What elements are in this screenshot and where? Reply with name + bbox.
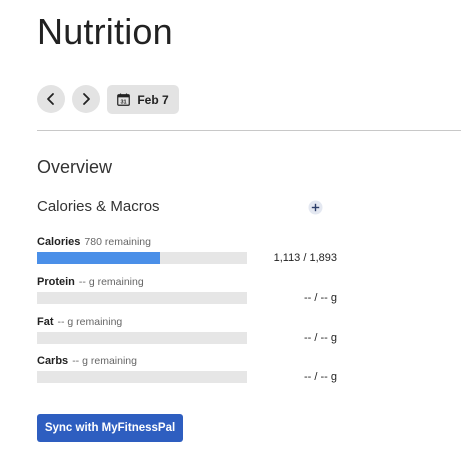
macro-value: -- / -- g <box>304 292 337 304</box>
previous-day-button[interactable] <box>37 85 65 113</box>
macro-name: Calories <box>37 236 81 248</box>
sync-myfitnesspal-button[interactable]: Sync with MyFitnessPal <box>37 414 183 442</box>
calendar-icon-day: 31 <box>121 100 127 106</box>
macro-calories: Calories 780 remaining 1,113 / 1,893 <box>37 236 337 266</box>
macro-name: Carbs <box>37 355 69 367</box>
macro-fat: Fat -- g remaining -- / -- g <box>37 316 337 356</box>
calendar-icon: 31 <box>117 93 131 106</box>
next-day-button[interactable] <box>72 85 100 113</box>
progress-bar <box>37 292 247 304</box>
page-title: Nutrition <box>37 11 173 52</box>
macro-remaining: -- g remaining <box>57 316 123 328</box>
progress-bar <box>37 252 247 264</box>
macro-remaining: 780 remaining <box>84 236 151 248</box>
chevron-right-icon <box>83 93 90 105</box>
macro-remaining: -- g remaining <box>78 276 144 288</box>
chevron-left-icon <box>47 93 54 105</box>
macro-value: -- / -- g <box>304 371 337 383</box>
macro-protein: Protein -- g remaining -- / -- g <box>37 276 337 316</box>
overview-title: Overview <box>37 157 113 177</box>
date-label: Feb 7 <box>137 92 169 107</box>
date-picker-button[interactable]: 31 Feb 7 <box>107 85 179 114</box>
header-divider <box>37 130 461 131</box>
nutrition-page: Nutrition 31 Feb 7 Overview Calories & M… <box>0 0 461 464</box>
macro-remaining: -- g remaining <box>72 355 137 367</box>
plus-circle-icon[interactable] <box>308 200 323 215</box>
progress-bar <box>37 371 247 383</box>
macro-value: 1,113 / 1,893 <box>273 252 337 264</box>
macro-name: Protein <box>37 276 75 288</box>
calories-macros-title: Calories & Macros <box>37 198 160 215</box>
progress-fill <box>37 252 161 264</box>
macro-name: Fat <box>37 316 54 328</box>
macro-carbs: Carbs -- g remaining -- / -- g <box>37 355 337 395</box>
macro-value: -- / -- g <box>304 332 337 344</box>
progress-bar <box>37 332 247 344</box>
